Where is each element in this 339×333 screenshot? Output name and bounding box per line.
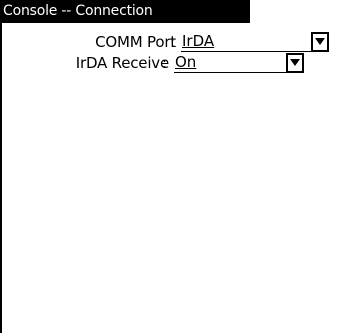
- comm-port-select[interactable]: IrDA: [181, 32, 329, 52]
- irda-receive-select[interactable]: On: [174, 53, 304, 73]
- irda-receive-colon: :: [162, 54, 168, 72]
- chevron-down-icon: [290, 59, 300, 66]
- console-connection-screen: Console -- Connection COMM Port : IrDA I…: [0, 0, 339, 333]
- chevron-down-icon: [315, 38, 325, 45]
- irda-receive-label: IrDA Receive: [75, 54, 169, 72]
- comm-port-value-text: IrDA: [182, 32, 215, 50]
- irda-receive-value[interactable]: On: [174, 53, 286, 73]
- window-title: Console -- Connection: [0, 0, 250, 23]
- comm-port-dropdown-button[interactable]: [311, 32, 329, 52]
- irda-receive-value-text: On: [175, 53, 197, 71]
- irda-receive-dropdown-button[interactable]: [286, 53, 304, 73]
- comm-port-value[interactable]: IrDA: [181, 32, 311, 52]
- comm-port-label: COMM Port: [95, 33, 176, 51]
- comm-port-colon: :: [170, 33, 176, 51]
